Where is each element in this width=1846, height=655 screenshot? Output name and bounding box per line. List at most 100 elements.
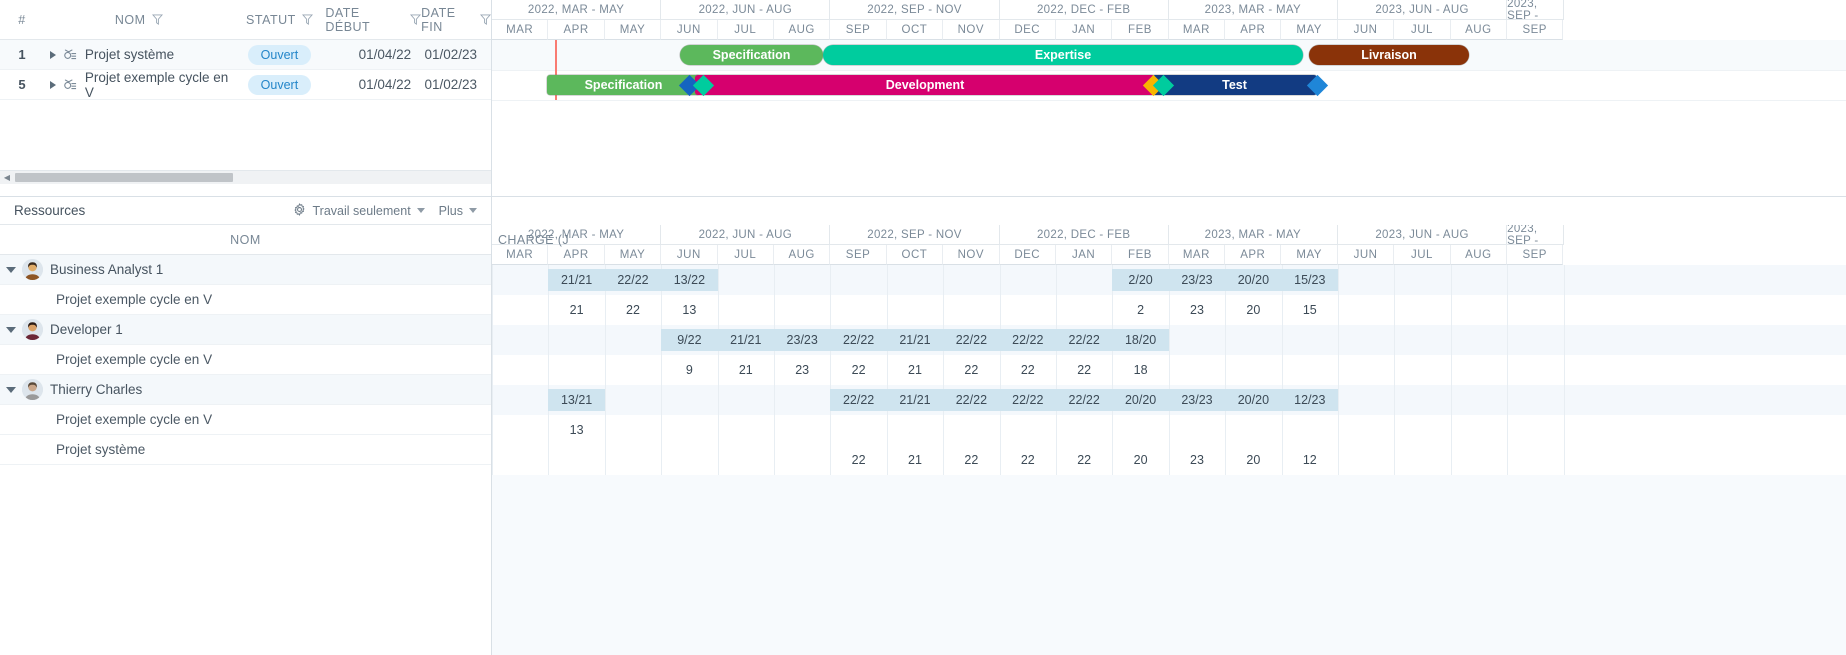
gantt-bar[interactable]: Development (695, 75, 1155, 95)
load-value-cell[interactable]: 18 (1112, 355, 1168, 385)
travail-seulement-button[interactable]: Travail seulement (293, 202, 425, 219)
timeline-month-cell: APR (1225, 20, 1282, 40)
gantt-bar[interactable]: Livraison (1309, 45, 1469, 65)
gantt-bar[interactable]: Test (1152, 75, 1317, 95)
load-value-cell[interactable]: 21/21 (887, 385, 943, 415)
load-value-cell[interactable]: 23/23 (774, 325, 830, 355)
load-value-cell[interactable]: 13 (661, 295, 717, 325)
load-value-cell[interactable]: 23/23 (1169, 265, 1225, 295)
load-value-cell[interactable]: 23 (774, 355, 830, 385)
load-value-cell[interactable]: 20/20 (1225, 385, 1281, 415)
load-value-cell[interactable]: 22 (605, 295, 661, 325)
load-value-cell[interactable]: 22/22 (1000, 385, 1056, 415)
expand-caret-icon[interactable] (49, 50, 56, 59)
row-name-cell[interactable]: Projet exemple cycle en V (44, 70, 234, 100)
load-value-cell[interactable]: 22/22 (605, 265, 661, 295)
load-value-cell[interactable]: 22 (943, 355, 999, 385)
load-value-cell[interactable]: 21/21 (718, 325, 774, 355)
collapse-toggle[interactable] (0, 266, 22, 273)
expand-caret-icon[interactable] (49, 80, 56, 89)
load-value-cell[interactable]: 22/22 (1000, 325, 1056, 355)
gantt-bar[interactable]: Expertise (823, 45, 1303, 65)
load-value-cell[interactable]: 2/20 (1112, 265, 1168, 295)
load-cells-area[interactable]: 21/21 22/22 13/22 2/20 23/23 20/20 15/23 21 22 13… (492, 265, 1846, 636)
gantt-bar[interactable]: Specification (680, 45, 823, 65)
load-value-cell[interactable]: 22 (1056, 445, 1112, 475)
resources-column-header-nom[interactable]: NOM (0, 233, 491, 247)
load-value-cell[interactable]: 22 (1000, 445, 1056, 475)
load-value-cell[interactable]: 22 (1056, 355, 1112, 385)
load-value-cell[interactable]: 22 (830, 355, 886, 385)
load-value-cell[interactable]: 21/21 (887, 325, 943, 355)
load-value-cell[interactable]: 23 (1169, 445, 1225, 475)
load-value-cell[interactable]: 23/23 (1169, 385, 1225, 415)
chevron-down-icon[interactable] (416, 208, 425, 213)
column-header-num[interactable]: # (0, 13, 44, 27)
table-row[interactable]: 1 Projet système Ouvert 01/04/22 01/02/2… (0, 40, 491, 70)
load-value-cell[interactable]: 12/23 (1282, 385, 1338, 415)
resource-assignment-row[interactable]: Projet exemple cycle en V (0, 285, 491, 315)
horizontal-scrollbar[interactable]: ◀ (0, 170, 491, 185)
filter-icon-date-debut[interactable] (410, 14, 422, 25)
load-value-cell[interactable]: 21 (887, 445, 943, 475)
load-value-cell[interactable]: 13 (548, 415, 604, 445)
filter-icon-date-fin[interactable] (480, 14, 491, 25)
column-header-nom[interactable]: NOM (44, 13, 234, 27)
scroll-left-arrow[interactable]: ◀ (0, 171, 14, 185)
load-value-cell[interactable]: 20 (1225, 445, 1281, 475)
load-value-cell[interactable]: 23 (1169, 295, 1225, 325)
resource-row[interactable]: Developer 1 (0, 315, 491, 345)
load-value-cell[interactable]: 15 (1282, 295, 1338, 325)
load-value-cell[interactable]: 22/22 (830, 325, 886, 355)
load-value-cell[interactable]: 20/20 (1112, 385, 1168, 415)
load-value-cell[interactable]: 22/22 (943, 325, 999, 355)
gantt-bar[interactable]: Specification (547, 75, 700, 95)
table-row[interactable]: 5 Projet exemple cycle en V Ouvert 01/04… (0, 70, 491, 100)
load-value-cell[interactable]: 22 (943, 445, 999, 475)
plus-button[interactable]: Plus (439, 204, 477, 218)
row-name-label: Projet exemple cycle en V (84, 69, 229, 100)
load-value-cell[interactable]: 12 (1282, 445, 1338, 475)
load-value-cell[interactable]: 20 (1225, 295, 1281, 325)
resource-row[interactable]: Business Analyst 1 (0, 255, 491, 285)
resource-assignment-row[interactable]: Projet exemple cycle en V (0, 405, 491, 435)
timeline-month-cell: JUN (661, 245, 718, 265)
load-value-cell[interactable]: 21 (548, 295, 604, 325)
load-value-cell[interactable]: 20/20 (1225, 265, 1281, 295)
load-value-cell[interactable]: 22/22 (830, 385, 886, 415)
timeline-month-cell: MAY (604, 245, 662, 265)
filter-icon-statut[interactable] (301, 14, 313, 25)
load-value-cell[interactable]: 20 (1112, 445, 1168, 475)
load-value-cell[interactable]: 22 (830, 445, 886, 475)
resource-row[interactable]: Thierry Charles (0, 375, 491, 405)
timeline-quarter-cell: 2022, JUN - AUG (661, 0, 831, 20)
status-badge[interactable]: Ouvert (247, 44, 312, 65)
load-value-cell[interactable]: 21 (718, 355, 774, 385)
load-value-cell[interactable]: 22/22 (1056, 385, 1112, 415)
status-badge[interactable]: Ouvert (247, 74, 312, 95)
load-value-cell[interactable]: 9/22 (661, 325, 717, 355)
resource-assignment-row[interactable]: Projet système (0, 435, 491, 465)
chevron-down-icon[interactable] (469, 208, 477, 213)
load-value-cell[interactable]: 9 (661, 355, 717, 385)
collapse-toggle[interactable] (0, 386, 22, 393)
load-value-cell[interactable]: 21 (887, 355, 943, 385)
load-value-cell[interactable]: 15/23 (1282, 265, 1338, 295)
collapse-toggle[interactable] (0, 326, 22, 333)
gantt-bars-area[interactable]: Specification Expertise Livraison Specifica… (492, 40, 1846, 196)
load-value-cell[interactable]: 2 (1112, 295, 1168, 325)
filter-icon-nom[interactable] (151, 14, 163, 25)
row-name-cell[interactable]: Projet système (44, 47, 234, 62)
scrollbar-thumb[interactable] (15, 173, 233, 182)
load-value-cell[interactable]: 18/20 (1112, 325, 1168, 355)
load-value-cell[interactable]: 21/21 (548, 265, 604, 295)
load-value-cell[interactable]: 13/21 (548, 385, 604, 415)
load-value-cell[interactable]: 22/22 (943, 385, 999, 415)
column-header-statut[interactable]: STATUT (234, 13, 326, 27)
resource-assignment-row[interactable]: Projet exemple cycle en V (0, 345, 491, 375)
column-header-date-debut[interactable]: DATE DÉBUT (325, 6, 422, 34)
load-value-cell[interactable]: 13/22 (661, 265, 717, 295)
column-header-date-fin[interactable]: DATE FIN (421, 6, 491, 34)
load-value-cell[interactable]: 22 (1000, 355, 1056, 385)
load-value-cell[interactable]: 22/22 (1056, 325, 1112, 355)
